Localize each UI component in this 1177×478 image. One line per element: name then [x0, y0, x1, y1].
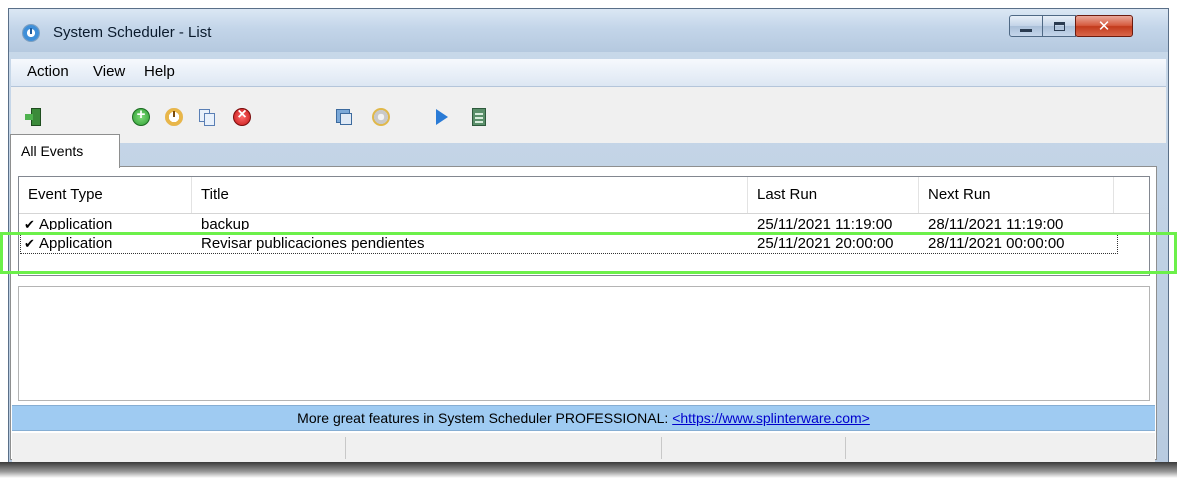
promo-bar: More great features in System Scheduler …	[12, 405, 1155, 431]
events-list[interactable]: Event Type Title Last Run Next Run ✔ App…	[18, 176, 1150, 276]
column-next-run[interactable]: Next Run	[919, 177, 1114, 213]
status-divider	[661, 437, 662, 459]
menu-bar: Action View Help	[11, 59, 1166, 87]
status-divider	[345, 437, 346, 459]
log-icon[interactable]	[470, 108, 488, 126]
cell-event-type: Application	[39, 235, 113, 252]
settings-icon[interactable]	[372, 108, 390, 126]
copy-event-icon[interactable]	[198, 108, 216, 126]
window-title: System Scheduler - List	[53, 24, 212, 41]
cell-last-run: 25/11/2021 20:00:00	[757, 235, 894, 252]
column-event-type[interactable]: Event Type	[19, 177, 192, 213]
close-button[interactable]: ✕	[1075, 15, 1133, 37]
status-divider	[845, 437, 846, 459]
cell-last-run: 25/11/2021 11:19:00	[757, 216, 893, 230]
cell-title: backup	[201, 216, 250, 230]
maximize-icon	[1053, 21, 1065, 31]
cell-next-run: 28/11/2021 00:00:00	[928, 235, 1065, 252]
clock-app-icon	[23, 25, 39, 41]
menu-view[interactable]: View	[91, 63, 127, 80]
add-event-icon[interactable]	[132, 106, 150, 126]
menu-action[interactable]: Action	[25, 63, 71, 80]
check-icon: ✔	[24, 218, 35, 230]
menu-help[interactable]: Help	[142, 63, 177, 80]
exit-icon[interactable]	[25, 108, 43, 126]
check-icon: ✔	[24, 237, 35, 252]
delete-event-icon[interactable]	[233, 106, 251, 126]
promo-text: More great features in System Scheduler …	[297, 410, 673, 426]
status-bar	[12, 433, 1155, 462]
minimize-button[interactable]	[1009, 15, 1043, 37]
edit-event-icon[interactable]	[165, 108, 183, 126]
table-row[interactable]: ✔ Application Revisar publicaciones pend…	[19, 232, 1149, 255]
table-row[interactable]: ✔ Application backup 25/11/2021 11:19:00…	[19, 213, 1149, 230]
tab-all-events[interactable]: All Events	[10, 134, 120, 168]
minimize-icon	[1020, 28, 1032, 32]
column-last-run[interactable]: Last Run	[748, 177, 919, 213]
cell-title: Revisar publicaciones pendientes	[201, 235, 425, 252]
tab-label: All Events	[21, 143, 84, 159]
cell-event-type: Application	[39, 216, 113, 230]
column-title[interactable]: Title	[192, 177, 748, 213]
details-pane	[18, 286, 1150, 401]
taskbar-shadow	[0, 462, 1177, 478]
close-icon: ✕	[1097, 17, 1111, 35]
cell-next-run: 28/11/2021 11:19:00	[928, 216, 1064, 230]
properties-icon[interactable]	[335, 108, 353, 126]
maximize-button[interactable]	[1042, 15, 1076, 37]
promo-link[interactable]: <https://www.splinterware.com>	[672, 410, 870, 426]
title-bar[interactable]: System Scheduler - List ✕	[9, 9, 1168, 52]
toolbar	[11, 87, 1166, 143]
run-now-icon[interactable]	[436, 109, 448, 125]
list-header: Event Type Title Last Run Next Run	[19, 177, 1149, 214]
